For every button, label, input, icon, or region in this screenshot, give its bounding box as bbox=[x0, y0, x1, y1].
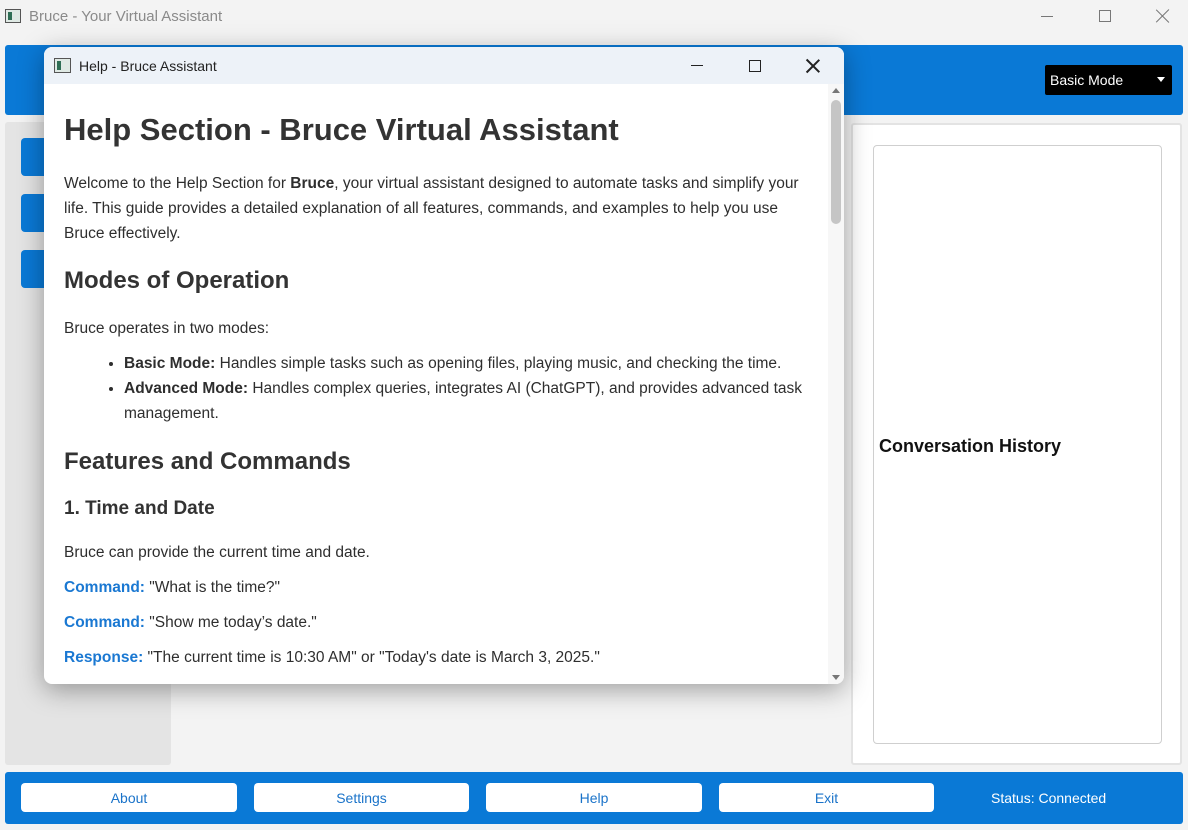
list-item: Basic Mode: Handles simple tasks such as… bbox=[124, 351, 814, 376]
scroll-down-icon[interactable] bbox=[832, 675, 840, 680]
maximize-button[interactable] bbox=[1076, 0, 1134, 32]
help-heading: Help Section - Bruce Virtual Assistant bbox=[64, 112, 619, 147]
features-heading: Features and Commands bbox=[64, 448, 351, 475]
minimize-icon bbox=[1041, 15, 1053, 17]
scrollbar-thumb[interactable] bbox=[831, 100, 841, 224]
close-button[interactable] bbox=[1134, 0, 1188, 32]
help-content: Help Section - Bruce Virtual Assistant W… bbox=[44, 84, 828, 684]
section1-heading: 1. Time and Date bbox=[64, 498, 215, 519]
conversation-history-box[interactable]: Conversation History bbox=[873, 145, 1162, 744]
command-line: Command: "What is the time?" bbox=[64, 579, 281, 596]
close-icon bbox=[806, 59, 820, 73]
help-dialog-title: Help - Bruce Assistant bbox=[79, 57, 217, 74]
help-maximize-button[interactable] bbox=[726, 47, 784, 84]
settings-button[interactable]: Settings bbox=[254, 783, 469, 812]
help-scrollbar[interactable] bbox=[828, 84, 844, 684]
modes-list: Basic Mode: Handles simple tasks such as… bbox=[124, 351, 814, 426]
about-button[interactable]: About bbox=[21, 783, 237, 812]
command-line: Command: "Show me today’s date." bbox=[64, 614, 317, 631]
app-icon bbox=[54, 58, 71, 73]
status-label: Status: Connected bbox=[991, 790, 1107, 806]
section1-intro: Bruce can provide the current time and d… bbox=[64, 544, 370, 561]
main-titlebar: Bruce - Your Virtual Assistant bbox=[0, 0, 1188, 32]
help-intro: Welcome to the Help Section for Bruce, y… bbox=[64, 175, 799, 242]
modes-intro: Bruce operates in two modes: bbox=[64, 320, 270, 337]
bottom-bar: About Settings Help Exit Status: Connect… bbox=[5, 772, 1183, 824]
conversation-history-title: Conversation History bbox=[879, 436, 1062, 456]
list-item: Advanced Mode: Handles complex queries, … bbox=[124, 376, 814, 426]
maximize-icon bbox=[749, 59, 761, 72]
mode-select-value: Basic Mode bbox=[1050, 72, 1124, 88]
help-minimize-button[interactable] bbox=[668, 47, 726, 84]
maximize-icon bbox=[1099, 10, 1111, 22]
modes-heading: Modes of Operation bbox=[64, 267, 290, 294]
response-line: Response: "The current time is 10:30 AM"… bbox=[64, 649, 600, 666]
minimize-icon bbox=[691, 64, 703, 67]
conversation-panel: Conversation History bbox=[851, 123, 1182, 765]
chevron-down-icon bbox=[1157, 77, 1165, 82]
scroll-up-icon[interactable] bbox=[832, 88, 840, 93]
help-dialog: Help - Bruce Assistant Help Section - Br… bbox=[44, 47, 844, 684]
close-icon bbox=[1156, 9, 1170, 23]
main-window-title: Bruce - Your Virtual Assistant bbox=[29, 7, 223, 25]
help-button[interactable]: Help bbox=[486, 783, 702, 812]
help-close-button[interactable] bbox=[784, 47, 842, 84]
app-icon bbox=[5, 9, 21, 23]
bruce-name: Bruce bbox=[290, 175, 335, 192]
exit-button[interactable]: Exit bbox=[719, 783, 934, 812]
minimize-button[interactable] bbox=[1018, 0, 1076, 32]
mode-select[interactable]: Basic Mode bbox=[1045, 65, 1172, 95]
